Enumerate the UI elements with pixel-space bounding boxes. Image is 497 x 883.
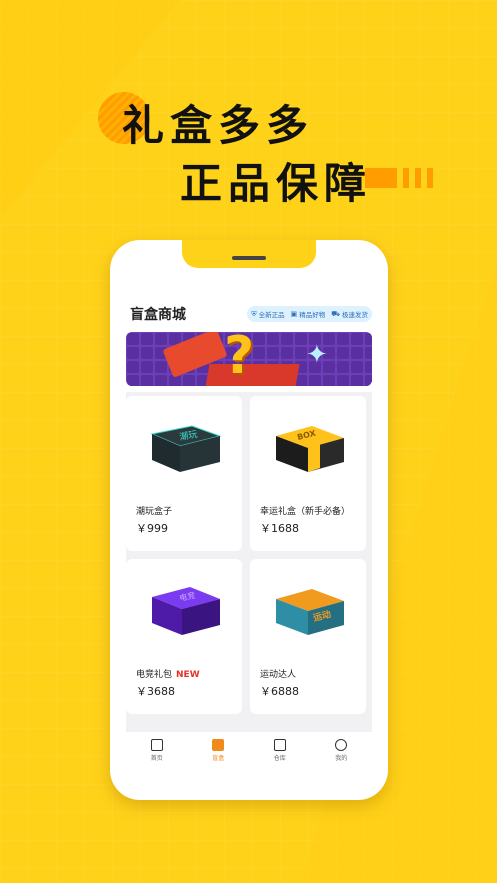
promo-headline: 礼盒多多 正品保障: [0, 0, 497, 230]
home-icon: [150, 738, 163, 751]
shop-header: 盲盒商城 ⛨ 全新正品 ▣ 精品好物 ⛟ 极速发货: [126, 298, 372, 328]
truck-icon: ⛟: [331, 309, 340, 318]
product-card[interactable]: 电竞 电竞礼包 NEW ￥3688: [126, 559, 242, 714]
sparkle-icon: ✦: [306, 340, 328, 370]
profile-icon: [335, 738, 348, 751]
decorative-bars: [365, 168, 433, 188]
product-price: ￥6888: [260, 685, 299, 698]
tab-label: 我的: [335, 754, 348, 762]
product-name-text: 电竞礼包: [136, 670, 173, 680]
tag-label: 全新正品: [258, 311, 285, 319]
product-name: 潮玩盒子: [136, 507, 173, 517]
guarantee-tag: ▣ 精品好物: [291, 309, 326, 319]
box-image: BOX: [276, 426, 344, 472]
product-card[interactable]: 潮玩 潮玩盒子 ￥999: [126, 396, 242, 551]
product-card[interactable]: BOX 幸运礼盒（新手必备） ￥1688: [250, 396, 366, 551]
phone-mockup: 盲盒商城 ⛨ 全新正品 ▣ 精品好物 ⛟ 极速发货 ? ✦ 潮玩 潮玩盒子 ￥9…: [110, 240, 388, 800]
headline-line-1: 礼盒多多: [122, 101, 315, 150]
tab-warehouse[interactable]: 仓库: [255, 738, 305, 762]
product-price: ￥3688: [136, 685, 175, 698]
product-grid: 潮玩 潮玩盒子 ￥999 BOX 幸运礼盒（新手必备） ￥1688 电竞 电竞礼…: [126, 392, 372, 732]
tab-label: 盲盒: [212, 754, 225, 762]
box-image: 电竞: [152, 587, 220, 635]
tab-label: 首页: [150, 754, 163, 762]
question-mark-icon: ?: [224, 332, 255, 386]
guarantee-tag: ⛨ 全新正品: [251, 309, 285, 320]
headline-line-2: 正品保障: [180, 159, 373, 208]
new-badge: NEW: [176, 670, 200, 680]
promo-banner[interactable]: ? ✦: [126, 332, 372, 386]
product-name: 运动达人: [260, 670, 297, 680]
product-price: ￥1688: [260, 522, 299, 535]
shield-icon: ⛨: [251, 309, 257, 318]
guarantee-tag: ⛟ 极速发货: [331, 309, 368, 320]
shop-title: 盲盒商城: [130, 307, 186, 323]
product-price: ￥999: [136, 522, 168, 535]
guarantee-tags: ⛨ 全新正品 ▣ 精品好物 ⛟ 极速发货: [247, 306, 372, 322]
bottom-tab-bar: 首页 盲盒 仓库 我的: [126, 732, 372, 768]
product-name: 电竞礼包 NEW: [136, 667, 200, 680]
product-name: 幸运礼盒（新手必备）: [260, 507, 351, 517]
product-card[interactable]: 运动 运动达人 ￥6888: [250, 559, 366, 714]
box-image: 潮玩: [150, 425, 222, 472]
app-screen: 盲盒商城 ⛨ 全新正品 ▣ 精品好物 ⛟ 极速发货 ? ✦ 潮玩 潮玩盒子 ￥9…: [126, 298, 372, 768]
warehouse-icon: [273, 738, 286, 751]
box-icon: [212, 738, 225, 751]
tab-home[interactable]: 首页: [132, 738, 182, 762]
tab-label: 仓库: [273, 754, 286, 762]
tag-label: 极速发货: [342, 311, 368, 319]
tag-label: 精品好物: [299, 311, 326, 319]
gift-icon: ▣: [290, 310, 298, 318]
box-image: 运动: [276, 589, 344, 635]
phone-notch: [182, 240, 316, 268]
tab-profile[interactable]: 我的: [316, 738, 366, 762]
tab-blind-box[interactable]: 盲盒: [193, 738, 243, 762]
